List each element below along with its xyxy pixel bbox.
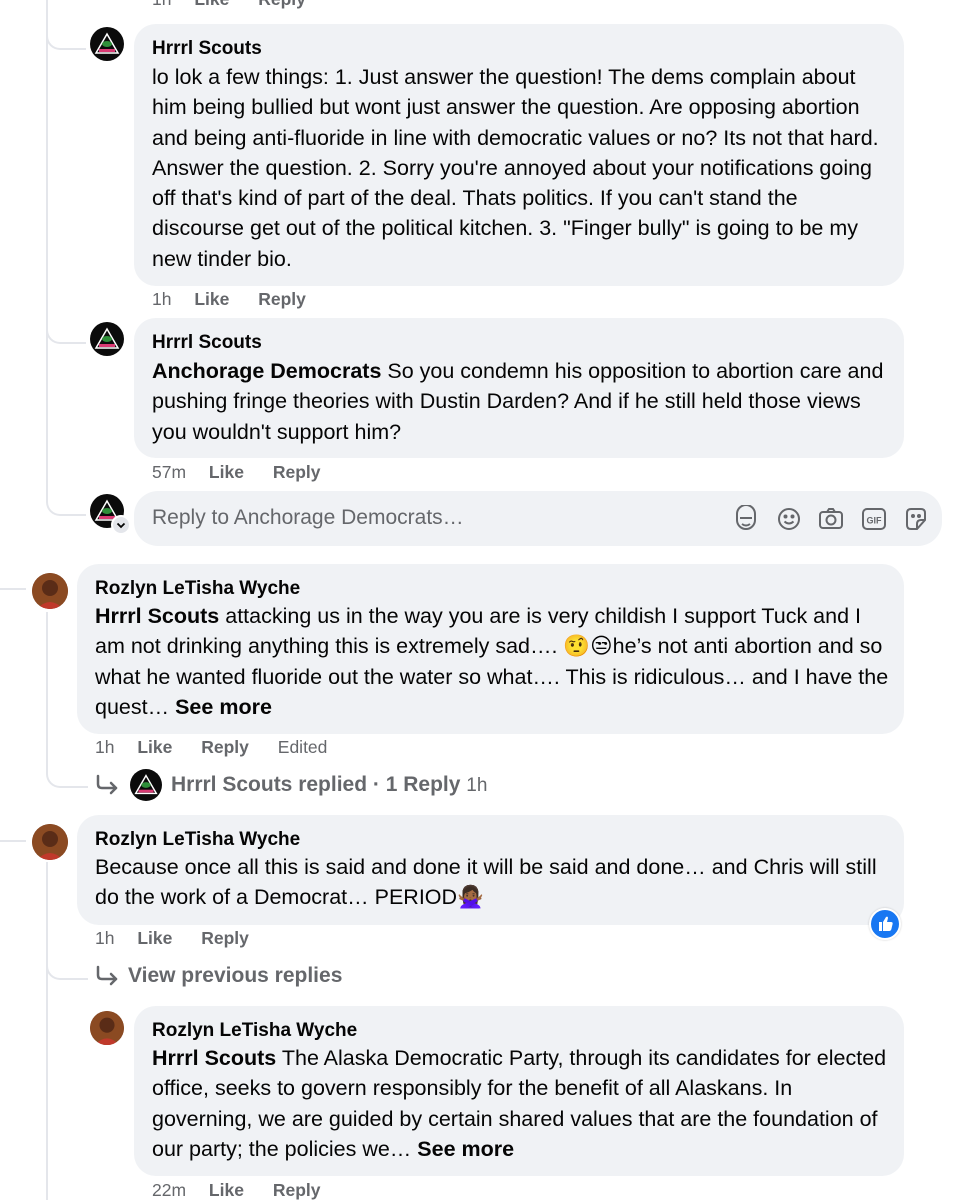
comment-text: Anchorage Democrats So you condemn his o… [152,359,884,444]
camera-icon[interactable] [817,505,845,533]
comment-text: Hrrrl Scouts The Alaska Democratic Party… [152,1046,887,1161]
sticker-icon[interactable] [902,505,930,533]
see-more-link[interactable]: See more [417,1137,514,1161]
svg-text:GIF: GIF [867,516,883,526]
comment-meta: 1h Like Reply [152,0,330,10]
avatar-sticker-icon[interactable] [732,504,760,533]
avatar[interactable] [90,1011,124,1045]
thread-connector [46,752,88,788]
comment-text: lo lok a few things: 1. Just answer the … [152,65,879,271]
like-thumb-icon[interactable] [869,908,901,940]
view-replies-link[interactable]: Hrrrl Scouts replied · 1 Reply 1h [171,773,487,797]
comment-author[interactable]: Rozlyn LeTisha Wyche [95,829,300,851]
thread-connector [46,300,86,344]
reply-link[interactable]: Reply [201,928,249,948]
profile-photo-icon [90,1011,124,1045]
edited-label: Edited [277,737,328,757]
comment-author[interactable]: Rozlyn LeTisha Wyche [95,578,300,600]
avatar[interactable] [90,322,124,356]
thread-connector [46,950,88,980]
comment-meta: 1h Like Reply [152,289,330,310]
scouts-logo-icon [94,32,120,54]
comment-time: 1h [95,928,115,948]
comment-author[interactable]: Rozlyn LeTisha Wyche [152,1020,357,1042]
like-link[interactable]: Like [209,1180,244,1200]
reply-link[interactable]: Reply [201,737,249,757]
reply-input-placeholder: Reply to Anchorage Democrats… [152,506,464,529]
like-link[interactable]: Like [194,289,229,309]
avatar[interactable] [32,824,68,860]
reply-link[interactable]: Reply [258,0,306,9]
mention-link[interactable]: Anchorage Democrats [152,359,381,383]
avatar[interactable] [90,27,124,61]
avatar[interactable] [32,573,68,609]
comment-time: 1h [152,0,171,9]
gif-icon[interactable]: GIF [860,505,888,533]
comment-author[interactable]: Hrrrl Scouts [152,332,262,354]
thread-line [46,0,48,478]
like-link[interactable]: Like [194,0,229,9]
like-link[interactable]: Like [137,737,172,757]
comment-time: 1h [95,737,115,757]
see-more-link[interactable]: See more [175,695,272,719]
like-link[interactable]: Like [209,462,244,482]
reply-link[interactable]: Reply [258,289,306,309]
view-previous-replies-link[interactable]: View previous replies [128,964,342,988]
comment-meta: 57m Like Reply [152,462,344,483]
thread-connector [0,588,26,590]
comment-text: Because once all this is said and done i… [95,855,877,910]
profile-photo-icon [32,824,68,860]
thread-connector [46,478,86,516]
reply-link[interactable]: Reply [273,1180,321,1200]
avatar[interactable] [130,769,162,801]
comment-meta: 22m Like Reply [152,1180,344,1201]
mention-link[interactable]: Hrrrl Scouts [152,1046,276,1070]
reply-link[interactable]: Reply [273,462,321,482]
comment-meta: 1h Like Reply [95,928,273,949]
reply-arrow-icon [94,773,120,797]
chevron-down-icon[interactable] [111,515,131,535]
like-link[interactable]: Like [137,928,172,948]
comment-text: Hrrrl Scouts attacking us in the way you… [95,604,889,719]
comment-meta: 1h Like Reply Edited [95,737,327,758]
profile-photo-icon [32,573,68,609]
thread-line [46,862,48,1200]
reply-arrow-icon [94,964,120,988]
thread-connector [46,0,86,50]
scouts-logo-icon [94,327,120,349]
emoji-icon[interactable] [775,505,803,533]
thread-connector [0,840,26,842]
comment-time: 57m [152,462,187,482]
comment-author[interactable]: Hrrrl Scouts [152,38,262,60]
comment-time: 22m [152,1180,187,1200]
comment-time: 1h [152,289,172,309]
thread-line [46,612,48,772]
mention-link[interactable]: Hrrrl Scouts [95,604,219,628]
scouts-logo-icon [134,774,158,795]
